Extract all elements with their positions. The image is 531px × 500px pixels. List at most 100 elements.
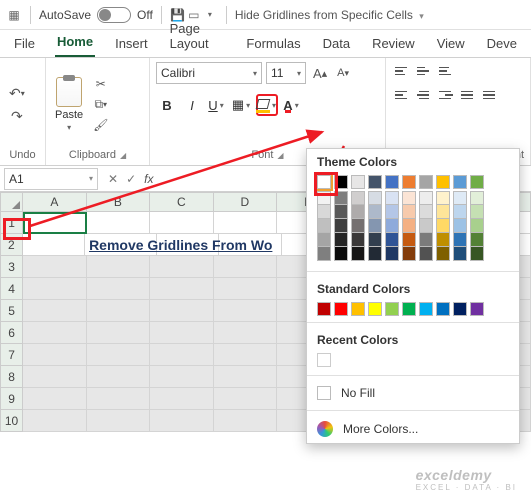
recent-color-swatch[interactable] — [317, 353, 331, 367]
bold-button[interactable]: B — [156, 94, 178, 116]
cell[interactable] — [214, 410, 277, 432]
cell[interactable] — [150, 322, 213, 344]
row-header[interactable]: 9 — [0, 388, 23, 410]
cell[interactable] — [150, 256, 213, 278]
col-header[interactable]: C — [150, 192, 213, 212]
align-top-button[interactable] — [392, 62, 412, 80]
color-swatch[interactable] — [419, 175, 433, 189]
cell[interactable] — [87, 256, 150, 278]
color-swatch[interactable] — [351, 247, 365, 261]
tab-insert[interactable]: Insert — [113, 32, 150, 57]
color-swatch[interactable] — [402, 302, 416, 316]
color-swatch[interactable] — [470, 191, 484, 205]
color-swatch[interactable] — [385, 205, 399, 219]
color-swatch[interactable] — [470, 247, 484, 261]
cell[interactable] — [214, 388, 277, 410]
cell[interactable] — [150, 344, 213, 366]
redo-button[interactable]: ↷ — [6, 106, 28, 127]
color-swatch[interactable] — [419, 191, 433, 205]
color-swatch[interactable] — [334, 205, 348, 219]
more-colors-item[interactable]: More Colors... — [307, 415, 519, 443]
color-swatch[interactable] — [317, 205, 331, 219]
color-swatch[interactable] — [351, 233, 365, 247]
color-swatch[interactable] — [368, 233, 382, 247]
paste-button[interactable]: Paste ▾ — [52, 75, 86, 134]
cell[interactable] — [87, 410, 150, 432]
fill-color-button[interactable]: ▾ — [256, 94, 278, 116]
decrease-indent-button[interactable] — [458, 86, 478, 104]
cell[interactable] — [23, 278, 86, 300]
align-right-button[interactable] — [436, 86, 456, 104]
font-name-select[interactable]: Calibri▾ — [156, 62, 262, 84]
cell[interactable] — [150, 278, 213, 300]
color-swatch[interactable] — [470, 219, 484, 233]
color-swatch[interactable] — [385, 219, 399, 233]
cell[interactable] — [23, 366, 86, 388]
decrease-font-button[interactable]: A▾ — [334, 65, 352, 81]
tab-file[interactable]: File — [12, 32, 37, 57]
color-swatch[interactable] — [351, 205, 365, 219]
color-swatch[interactable] — [402, 205, 416, 219]
color-swatch[interactable] — [385, 247, 399, 261]
color-swatch[interactable] — [351, 219, 365, 233]
row-header[interactable]: 8 — [0, 366, 23, 388]
color-swatch[interactable] — [317, 247, 331, 261]
color-swatch[interactable] — [470, 205, 484, 219]
col-header[interactable]: D — [214, 192, 277, 212]
color-swatch[interactable] — [368, 302, 382, 316]
color-swatch[interactable] — [419, 302, 433, 316]
color-swatch[interactable] — [470, 233, 484, 247]
color-swatch[interactable] — [351, 175, 365, 189]
color-swatch[interactable] — [368, 191, 382, 205]
color-swatch[interactable] — [453, 191, 467, 205]
color-swatch[interactable] — [436, 191, 450, 205]
row-header[interactable]: 10 — [0, 410, 23, 432]
color-swatch[interactable] — [368, 175, 382, 189]
color-swatch[interactable] — [402, 233, 416, 247]
row-header[interactable]: 1 — [0, 212, 23, 234]
align-left-button[interactable] — [392, 86, 412, 104]
color-swatch[interactable] — [334, 247, 348, 261]
color-swatch[interactable] — [334, 191, 348, 205]
dialog-launcher-icon[interactable]: ◢ — [277, 151, 283, 160]
cut-button[interactable]: ✂ — [90, 75, 111, 93]
color-swatch[interactable] — [419, 205, 433, 219]
color-swatch[interactable] — [385, 233, 399, 247]
color-swatch[interactable] — [470, 175, 484, 189]
col-header[interactable]: B — [87, 192, 150, 212]
color-swatch[interactable] — [334, 233, 348, 247]
color-swatch[interactable] — [317, 175, 331, 189]
color-swatch[interactable] — [436, 205, 450, 219]
color-swatch[interactable] — [453, 233, 467, 247]
row-header[interactable]: 2 — [0, 234, 23, 256]
align-bottom-button[interactable] — [436, 62, 456, 80]
cell[interactable] — [214, 366, 277, 388]
copy-button[interactable]: ⧉▾ — [90, 95, 111, 114]
color-swatch[interactable] — [402, 191, 416, 205]
cell[interactable] — [23, 322, 86, 344]
color-swatch[interactable] — [368, 205, 382, 219]
cell[interactable] — [87, 344, 150, 366]
color-swatch[interactable] — [419, 247, 433, 261]
select-all-corner[interactable] — [0, 192, 23, 212]
undo-button[interactable]: ↶▾ — [6, 83, 28, 104]
autosave-toggle[interactable]: AutoSave Off — [39, 7, 153, 23]
row-header[interactable]: 7 — [0, 344, 23, 366]
underline-button[interactable]: U▾ — [206, 94, 228, 116]
color-swatch[interactable] — [351, 302, 365, 316]
cancel-formula-icon[interactable]: ✕ — [108, 172, 118, 186]
tab-formulas[interactable]: Formulas — [244, 32, 302, 57]
cell[interactable] — [87, 278, 150, 300]
cell[interactable] — [23, 300, 86, 322]
color-swatch[interactable] — [436, 219, 450, 233]
cell[interactable] — [214, 322, 277, 344]
color-swatch[interactable] — [470, 302, 484, 316]
cell[interactable] — [214, 344, 277, 366]
align-center-button[interactable] — [414, 86, 434, 104]
color-swatch[interactable] — [351, 191, 365, 205]
col-header[interactable]: A — [23, 192, 86, 212]
toggle-off-icon[interactable] — [97, 7, 131, 23]
increase-indent-button[interactable] — [480, 86, 500, 104]
cell[interactable] — [87, 388, 150, 410]
color-swatch[interactable] — [368, 219, 382, 233]
